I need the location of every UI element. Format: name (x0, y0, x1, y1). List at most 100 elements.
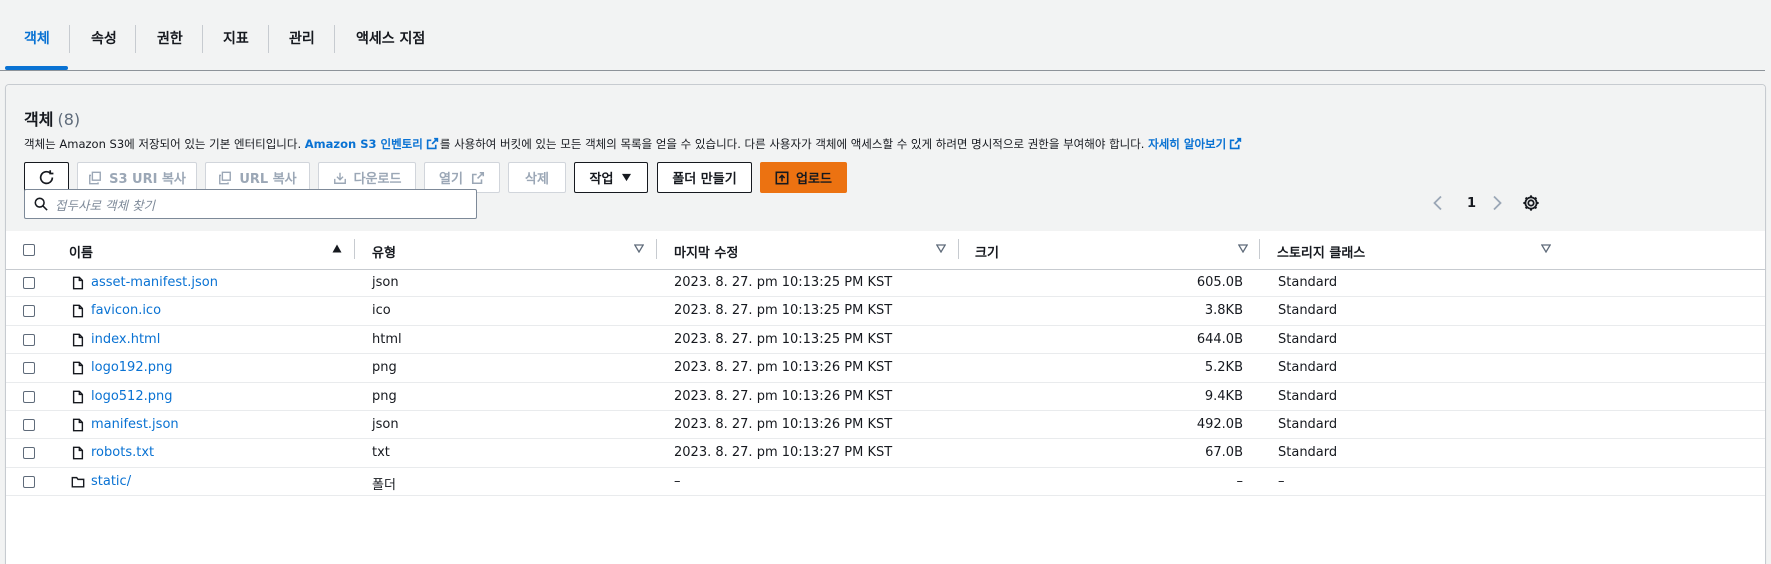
delete-button[interactable]: 삭제 (508, 162, 566, 193)
select-all-checkbox[interactable] (23, 244, 35, 256)
column-separator[interactable] (656, 239, 657, 259)
delete-label: 삭제 (525, 172, 549, 187)
description-text: 객체는 Amazon S3에 저장되어 있는 기본 엔터티입니다. (24, 137, 302, 151)
object-type: json (372, 275, 399, 290)
search-input[interactable] (53, 191, 472, 219)
description-text-2: 를 사용하여 버킷에 있는 모든 객체의 목록을 얻을 수 있습니다. 다른 사… (439, 137, 1145, 151)
sort-icon[interactable] (1238, 244, 1248, 253)
column-header-type[interactable]: 유형 (372, 242, 396, 261)
table-row[interactable]: manifest.json json 2023. 8. 27. pm 10:13:2… (6, 411, 1765, 440)
tab-separator (69, 25, 70, 53)
object-name-link[interactable]: asset-manifest.json (91, 275, 218, 290)
gear-icon[interactable] (1522, 194, 1540, 212)
chevron-left-icon[interactable] (1432, 195, 1444, 211)
copy-icon (89, 171, 102, 184)
row-checkbox[interactable] (23, 362, 35, 375)
file-icon (71, 303, 85, 322)
object-type: json (372, 417, 399, 432)
create-folder-button[interactable]: 폴더 만들기 (657, 162, 752, 193)
folder-icon (71, 474, 85, 493)
object-storage-class: – (1278, 473, 1285, 489)
object-name-link[interactable]: static/ (91, 474, 131, 489)
object-last-modified: 2023. 8. 27. pm 10:13:25 PM KST (674, 275, 893, 290)
table-row[interactable]: static/폴더 – – – (6, 468, 1765, 497)
column-separator[interactable] (354, 239, 355, 259)
active-tab-indicator (5, 66, 68, 70)
file-icon (71, 360, 85, 379)
tab-bar: 객체 속성 권한 지표 관리 액세스 지점 (0, 0, 1765, 71)
tab-access-points[interactable]: 액세스 지점 (356, 28, 425, 48)
row-checkbox[interactable] (23, 419, 35, 431)
table-row[interactable]: favicon.ico ico 2023. 8. 27. pm 10:13:25 P… (6, 297, 1765, 326)
object-type: ico (372, 303, 391, 319)
tab-management[interactable]: 관리 (289, 28, 315, 48)
object-name-link[interactable]: manifest.json (91, 417, 179, 432)
sort-ascending-icon[interactable] (332, 244, 342, 253)
table-row[interactable]: logo192.png png 2023. 8. 27. pm 10:13:26 P… (6, 354, 1765, 383)
object-name-link[interactable]: index.html (91, 332, 160, 347)
panel-title: 객체 (8) (24, 106, 80, 130)
tab-separator (135, 25, 136, 53)
table-row[interactable]: asset-manifest.json json 2023. 8. 27. pm 1… (6, 269, 1765, 298)
object-type: 폴더 (372, 477, 396, 493)
row-checkbox[interactable] (23, 305, 35, 318)
pagination-page-1[interactable]: 1 (1467, 196, 1476, 211)
object-last-modified: 2023. 8. 27. pm 10:13:26 PM KST (674, 360, 893, 376)
table-row[interactable]: robots.txt txt 2023. 8. 27. pm 10:13:27 PM… (6, 439, 1765, 468)
object-last-modified: 2023. 8. 27. pm 10:13:27 PM KST (674, 445, 893, 461)
object-name-link[interactable]: logo512.png (91, 389, 172, 404)
file-icon (71, 389, 85, 408)
create-folder-label: 폴더 만들기 (672, 172, 737, 187)
object-size: 605.0B (1196, 275, 1243, 290)
tab-permissions[interactable]: 권한 (157, 28, 183, 48)
row-checkbox[interactable] (23, 475, 35, 488)
object-size: 67.0B (1205, 445, 1243, 461)
chevron-right-icon[interactable] (1491, 195, 1503, 211)
row-checkbox[interactable] (23, 277, 35, 289)
upload-icon (775, 171, 789, 184)
object-last-modified: 2023. 8. 27. pm 10:13:26 PM KST (674, 417, 893, 432)
copy-s3-uri-label: S3 URI 복사 (109, 172, 186, 187)
object-name-link[interactable]: robots.txt (91, 445, 154, 460)
object-storage-class: Standard (1278, 331, 1338, 347)
row-checkbox[interactable] (23, 333, 35, 346)
tab-metrics[interactable]: 지표 (223, 28, 249, 48)
inventory-link[interactable]: Amazon S3 인벤토리 (305, 137, 423, 151)
object-storage-class: Standard (1278, 388, 1338, 404)
learn-more-link[interactable]: 자세히 알아보기 (1148, 137, 1226, 151)
sort-icon[interactable] (936, 244, 946, 253)
file-icon (71, 417, 85, 436)
object-name-link[interactable]: favicon.ico (91, 303, 161, 318)
upload-button[interactable]: 업로드 (760, 162, 847, 193)
actions-dropdown-button[interactable]: 작업 (574, 162, 648, 193)
table-row[interactable]: logo512.png png 2023. 8. 27. pm 10:13:26 P… (6, 383, 1765, 411)
object-type: txt (372, 445, 390, 461)
tab-properties[interactable]: 속성 (91, 28, 117, 48)
column-header-storage-class[interactable]: 스토리지 클래스 (1277, 242, 1365, 261)
column-separator[interactable] (1259, 239, 1260, 259)
object-size: 3.8KB (1204, 303, 1243, 319)
sort-icon[interactable] (1541, 244, 1551, 253)
row-checkbox[interactable] (23, 447, 35, 460)
external-link-icon (471, 171, 484, 184)
external-link-icon (1230, 137, 1242, 150)
object-type: png (372, 360, 397, 376)
object-storage-class: Standard (1278, 275, 1338, 290)
object-name-link[interactable]: logo192.png (91, 360, 172, 375)
object-size: – (1236, 473, 1244, 489)
tab-objects[interactable]: 객체 (24, 28, 50, 48)
sort-icon[interactable] (634, 244, 644, 253)
tab-separator (202, 25, 203, 53)
column-header-size[interactable]: 크기 (975, 242, 999, 261)
table-row[interactable]: index.html html 2023. 8. 27. pm 10:13:25 P… (6, 326, 1765, 355)
object-storage-class: Standard (1278, 417, 1338, 432)
upload-label: 업로드 (796, 172, 832, 187)
table-header: 이름 유형 마지막 수정 크기 스토리지 클래스 (6, 231, 1765, 270)
column-header-name[interactable]: 이름 (69, 242, 93, 261)
column-separator[interactable] (958, 239, 959, 259)
column-header-last-modified[interactable]: 마지막 수정 (674, 242, 738, 261)
object-size: 5.2KB (1204, 360, 1243, 376)
panel-title-text: 객체 (24, 110, 54, 129)
row-checkbox[interactable] (23, 390, 35, 403)
panel-description: 객체는 Amazon S3에 저장되어 있는 기본 엔터티입니다. Amazon… (24, 136, 1243, 152)
